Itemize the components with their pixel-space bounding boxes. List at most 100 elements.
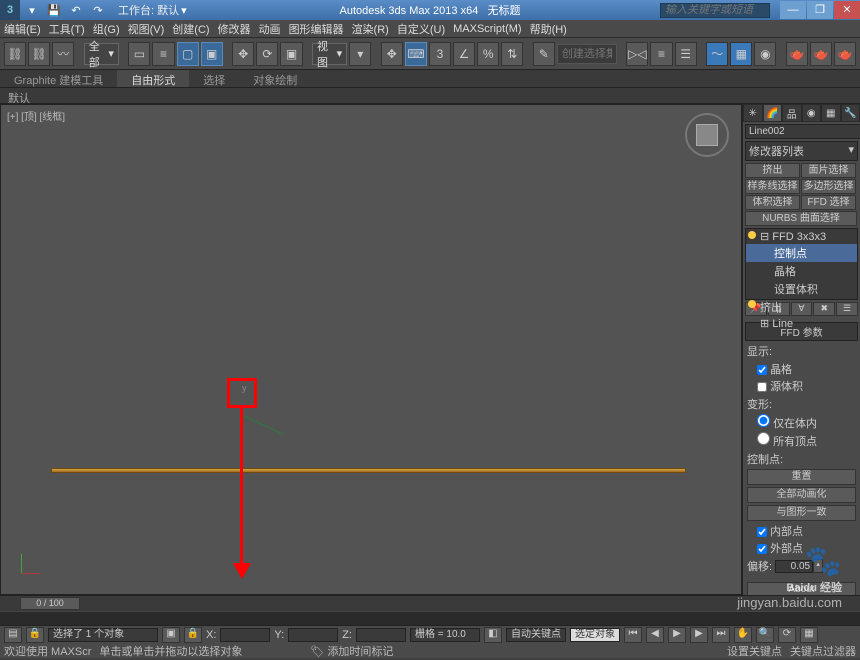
autokey-button[interactable]: 自动关键点 (506, 628, 566, 642)
app-logo[interactable]: 3 (0, 0, 20, 20)
time-slider-thumb[interactable]: 0 / 100 (20, 597, 80, 610)
menu-customize[interactable]: 自定义(U) (397, 21, 445, 37)
schematic-view-icon[interactable]: ▦ (730, 42, 752, 66)
window-minimize-button[interactable]: — (780, 1, 806, 19)
keyfilter-button[interactable]: 关键点过滤器 (790, 643, 856, 659)
keymode-dropdown[interactable]: 选定对象 (570, 628, 620, 642)
menu-edit[interactable]: 编辑(E) (4, 21, 41, 37)
object-name-input[interactable] (745, 124, 860, 139)
snap-toggle-icon[interactable]: 3 (429, 42, 451, 66)
stack-item-controlpoints[interactable]: 控制点 (746, 244, 857, 262)
viewport-label[interactable]: [+] [顶] [线框] (7, 108, 65, 123)
rendered-frame-icon[interactable]: 🫖 (810, 42, 832, 66)
modifier-btn-splinesel[interactable]: 样条线选择 (745, 179, 800, 194)
z-coord-field[interactable] (356, 628, 406, 642)
ref-coord-dropdown[interactable]: 视图 ▾ (312, 43, 347, 65)
manipulate-icon[interactable]: ✥ (381, 42, 403, 66)
menu-animation[interactable]: 动画 (259, 21, 281, 37)
menu-tools[interactable]: 工具(T) (49, 21, 85, 37)
align-icon[interactable]: ≡ (650, 42, 672, 66)
menu-rendering[interactable]: 渲染(R) (352, 21, 389, 37)
modifier-btn-polysel[interactable]: 多边形选择 (801, 179, 856, 194)
stack-item-setvolume[interactable]: 设置体积 (746, 280, 857, 298)
animate-all-button[interactable]: 全部动画化 (747, 487, 856, 503)
window-crossing-icon[interactable]: ▣ (201, 42, 223, 66)
render-setup-icon[interactable]: 🫖 (786, 42, 808, 66)
menu-maxscript[interactable]: MAXScript(M) (453, 23, 521, 35)
move-icon[interactable]: ✥ (232, 42, 254, 66)
scale-icon[interactable]: ▣ (280, 42, 302, 66)
menu-group[interactable]: 组(G) (93, 21, 120, 37)
modifier-btn-extrude[interactable]: 挤出 (745, 163, 800, 178)
window-maximize-button[interactable]: ❐ (807, 1, 833, 19)
named-selection-input[interactable] (557, 44, 617, 64)
menu-view[interactable]: 视图(V) (128, 21, 165, 37)
all-vertices-radio[interactable]: 所有顶点 (757, 432, 856, 449)
zoom-icon[interactable]: 🔍 (756, 627, 774, 643)
selection-filter-dropdown[interactable]: 全部 ▾ (84, 43, 119, 65)
tab-graphite[interactable]: Graphite 建模工具 (0, 70, 117, 87)
conform-shape-button[interactable]: 与图形一致 (747, 505, 856, 521)
pan-icon[interactable]: ✋ (734, 627, 752, 643)
help-search-input[interactable] (660, 3, 770, 18)
link-icon[interactable]: ⛓ (4, 42, 26, 66)
tab-freeform[interactable]: 自由形式 (117, 70, 189, 87)
mirror-icon[interactable]: ▷◁ (626, 42, 648, 66)
modifier-stack[interactable]: ⊟ FFD 3x3x3 控制点 晶格 设置体积 挤出 ⊞ Line (745, 228, 858, 300)
time-slider[interactable]: 0 / 100 (0, 595, 860, 611)
tb-undo-icon[interactable]: ↶ (66, 1, 86, 19)
modifier-btn-patchsel[interactable]: 面片选择 (801, 163, 856, 178)
tb-open-icon[interactable]: ▾ (22, 1, 42, 19)
select-by-name-icon[interactable]: ≡ (152, 42, 174, 66)
y-coord-field[interactable] (288, 628, 338, 642)
goto-end-icon[interactable]: ⏭ (712, 627, 730, 643)
viewport[interactable]: [+] [顶] [线框] y (0, 104, 742, 595)
panel-tab-create-icon[interactable]: ✳ (743, 104, 763, 122)
scene-object-line[interactable] (51, 468, 686, 473)
rotate-icon[interactable]: ⟳ (256, 42, 278, 66)
lattice-checkbox[interactable]: 晶格 (757, 361, 856, 377)
window-close-button[interactable]: ✕ (834, 1, 860, 19)
selection-lock-icon[interactable]: 🔒 (184, 627, 202, 643)
orbit-icon[interactable]: ⟳ (778, 627, 796, 643)
lock-selection-icon[interactable]: 🔒 (26, 627, 44, 643)
x-coord-field[interactable] (220, 628, 270, 642)
stack-item-ffd[interactable]: ⊟ FFD 3x3x3 (746, 229, 857, 244)
menu-create[interactable]: 创建(C) (172, 21, 209, 37)
panel-tab-utilities-icon[interactable]: 🔧 (841, 104, 860, 122)
modifier-btn-nurbssel[interactable]: NURBS 曲面选择 (745, 211, 857, 226)
panel-tab-motion-icon[interactable]: ◉ (802, 104, 822, 122)
menu-modifiers[interactable]: 修改器 (218, 21, 251, 37)
keyboard-shortcut-toggle-icon[interactable]: ⌨ (405, 42, 427, 66)
adaptive-degradation-icon[interactable]: ◧ (484, 627, 502, 643)
viewcube[interactable] (685, 113, 729, 157)
menu-help[interactable]: 帮助(H) (530, 21, 567, 37)
spinner-snap-icon[interactable]: ⇅ (501, 42, 523, 66)
modifier-list-dropdown[interactable]: 修改器列表▾ (745, 141, 858, 161)
outside-points-checkbox[interactable]: 外部点 (757, 540, 856, 556)
next-frame-icon[interactable]: ▶ (690, 627, 708, 643)
render-production-icon[interactable]: 🫖 (834, 42, 856, 66)
play-icon[interactable]: ▶ (668, 627, 686, 643)
percent-snap-icon[interactable]: % (477, 42, 499, 66)
menu-grapheditors[interactable]: 图形编辑器 (289, 21, 344, 37)
select-region-rect-icon[interactable]: ▢ (177, 42, 199, 66)
only-in-volume-radio[interactable]: 仅在体内 (757, 414, 856, 431)
track-bar[interactable] (0, 611, 860, 625)
maxscript-listener-icon[interactable]: ▤ (4, 627, 22, 643)
sourcevol-checkbox[interactable]: 源体积 (757, 378, 856, 394)
modifier-btn-ffdsel[interactable]: FFD 选择 (801, 195, 856, 210)
goto-start-icon[interactable]: ⏮ (624, 627, 642, 643)
inside-points-checkbox[interactable]: 内部点 (757, 523, 856, 539)
maximize-viewport-icon[interactable]: ▦ (800, 627, 818, 643)
tb-save-icon[interactable]: 💾 (44, 1, 64, 19)
panel-tab-display-icon[interactable]: ▦ (821, 104, 841, 122)
add-time-tag-button[interactable]: 🏷 添加时间标记 (310, 643, 393, 659)
tab-objectpaint[interactable]: 对象绘制 (239, 70, 311, 87)
tab-selection[interactable]: 选择 (189, 70, 239, 87)
angle-snap-icon[interactable]: ∠ (453, 42, 475, 66)
modifier-btn-volsel[interactable]: 体积选择 (745, 195, 800, 210)
select-object-icon[interactable]: ▭ (128, 42, 150, 66)
panel-tab-modify-icon[interactable]: 🌈 (763, 104, 783, 122)
about-button[interactable]: About (747, 582, 856, 595)
